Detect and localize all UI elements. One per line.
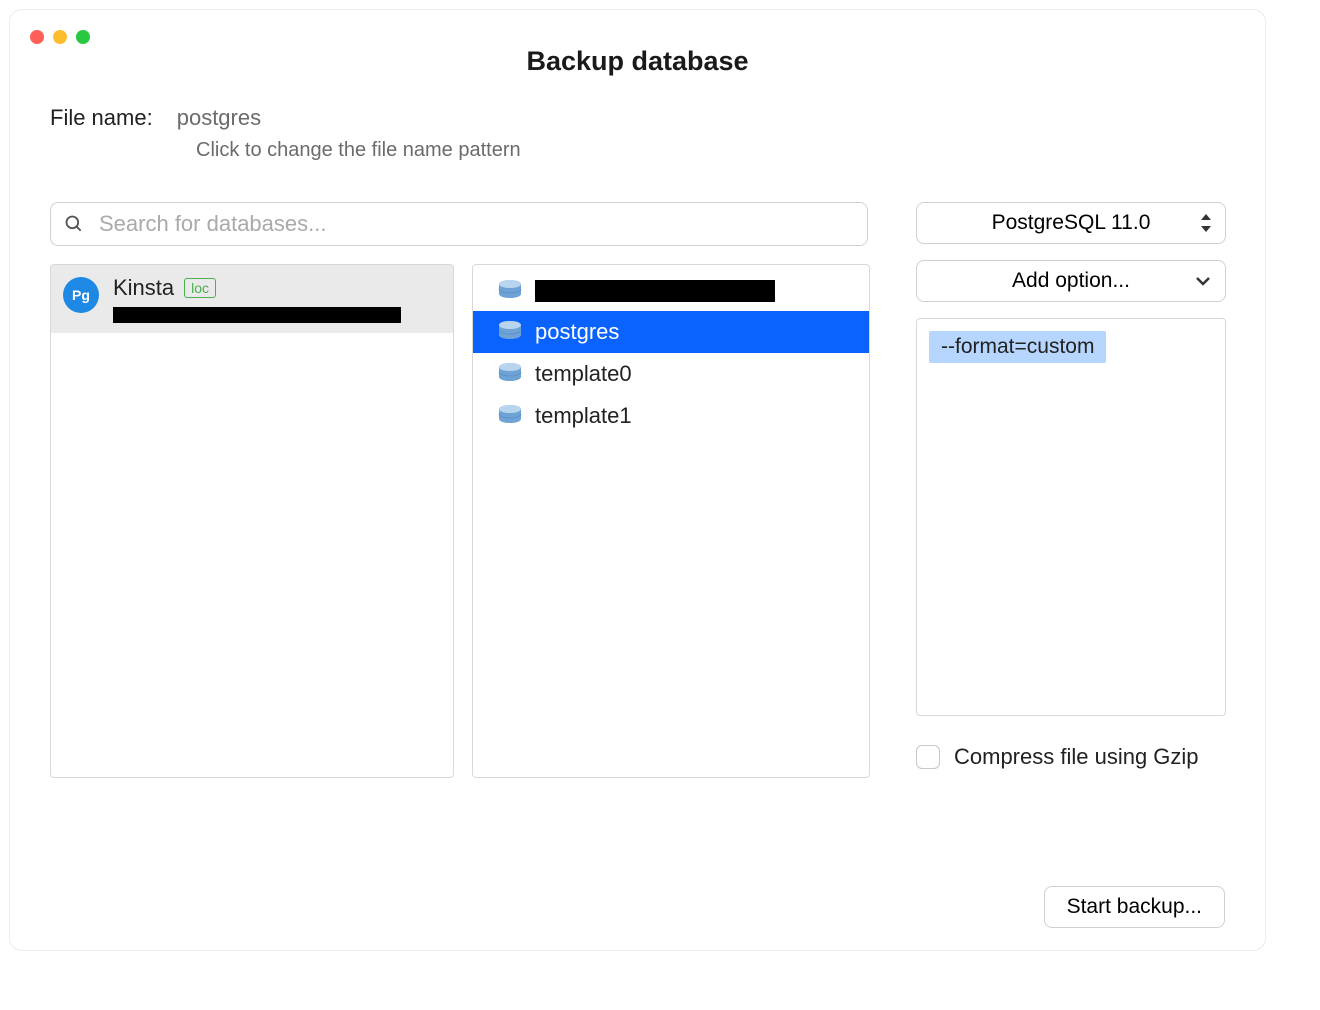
- filename-label: File name:: [50, 105, 153, 131]
- filename-hint: Click to change the file name pattern: [196, 139, 1225, 162]
- databases-list[interactable]: postgres template0: [472, 264, 870, 778]
- connections-list[interactable]: Pg Kinsta loc: [50, 264, 454, 778]
- dialog-window: Backup database File name: postgres Clic…: [10, 10, 1265, 950]
- postgres-icon: Pg: [63, 277, 99, 313]
- filename-value[interactable]: postgres: [177, 105, 261, 131]
- add-option-label: Add option...: [1012, 269, 1130, 293]
- database-name: postgres: [535, 319, 619, 345]
- database-item[interactable]: [473, 265, 869, 311]
- connection-host-redacted: [113, 307, 401, 323]
- maximize-window-button[interactable]: [76, 30, 90, 44]
- chevron-down-icon: [1195, 276, 1211, 286]
- gzip-checkbox[interactable]: [916, 745, 940, 769]
- window-controls: [30, 30, 90, 44]
- database-name: template0: [535, 361, 632, 387]
- database-item[interactable]: template0: [473, 353, 869, 395]
- database-icon: [497, 362, 523, 386]
- database-icon: [497, 279, 523, 303]
- database-icon: [497, 404, 523, 428]
- add-option-select[interactable]: Add option...: [916, 260, 1226, 302]
- search-icon: [64, 214, 84, 234]
- location-badge: loc: [184, 278, 216, 298]
- connection-name: Kinsta: [113, 275, 174, 301]
- start-backup-button[interactable]: Start backup...: [1044, 886, 1225, 928]
- gzip-label: Compress file using Gzip: [954, 744, 1199, 770]
- database-name-redacted: [535, 280, 775, 302]
- minimize-window-button[interactable]: [53, 30, 67, 44]
- database-name: template1: [535, 403, 632, 429]
- database-icon: [497, 320, 523, 344]
- options-list[interactable]: --format=custom: [916, 318, 1226, 716]
- option-chip[interactable]: --format=custom: [929, 331, 1106, 363]
- search-input[interactable]: [50, 202, 868, 246]
- dialog-title: Backup database: [10, 10, 1265, 77]
- updown-arrows-icon: [1199, 214, 1213, 232]
- pg-version-value: PostgreSQL 11.0: [992, 211, 1151, 235]
- database-item[interactable]: template1: [473, 395, 869, 437]
- pg-version-select[interactable]: PostgreSQL 11.0: [916, 202, 1226, 244]
- database-item-selected[interactable]: postgres: [473, 311, 869, 353]
- close-window-button[interactable]: [30, 30, 44, 44]
- connection-item[interactable]: Pg Kinsta loc: [51, 265, 453, 333]
